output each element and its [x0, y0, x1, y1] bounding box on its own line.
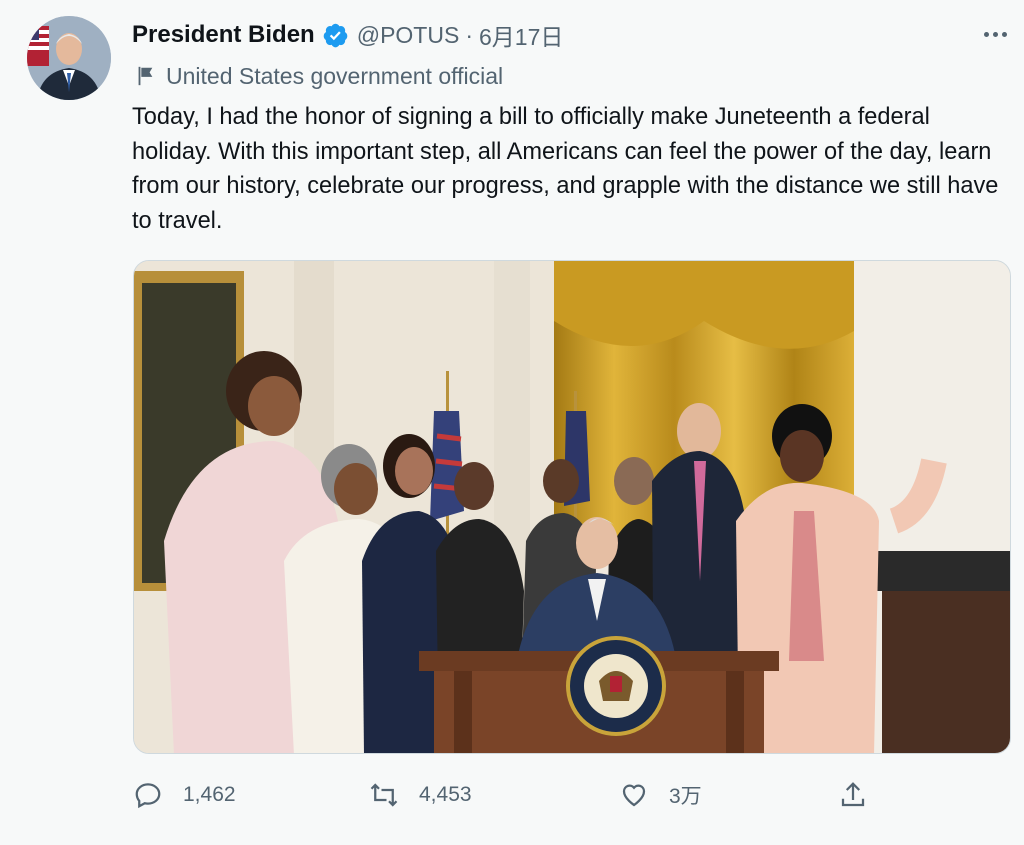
reply-icon	[135, 783, 161, 809]
retweet-count: 4,453	[419, 783, 472, 806]
tweet-photo[interactable]	[133, 260, 1011, 754]
retweet-button[interactable]: 4,453	[369, 772, 472, 818]
retweet-icon	[370, 783, 398, 807]
author-name[interactable]: President Biden	[132, 21, 315, 49]
flag-icon	[138, 66, 153, 86]
avatar-image	[27, 16, 111, 100]
reply-button[interactable]: 1,462	[133, 772, 236, 818]
tweet-text: Today, I had the honor of signing a bill…	[132, 104, 999, 234]
reply-count: 1,462	[183, 783, 236, 806]
photo-bill-signing	[134, 261, 1010, 753]
verified-badge-icon	[323, 23, 348, 47]
share-button[interactable]	[838, 772, 868, 818]
tweet-header: President Biden @POTUS · 6月17日	[132, 18, 563, 52]
author-handle[interactable]: @POTUS	[357, 22, 460, 49]
more-dot-icon	[992, 31, 998, 37]
like-button[interactable]: 3万	[619, 772, 702, 818]
more-dot-icon	[983, 31, 989, 37]
tweet-date[interactable]: 6月17日	[479, 18, 563, 52]
share-icon	[841, 782, 865, 807]
author-avatar[interactable]	[27, 16, 111, 100]
label-text: United States government official	[166, 62, 504, 89]
separator-dot: ·	[465, 21, 473, 48]
tweet-actions: 1,462 4,453 3万	[0, 772, 1024, 818]
more-dot-icon	[1001, 31, 1007, 37]
more-options-button[interactable]	[978, 22, 1012, 46]
like-count: 3万	[669, 785, 702, 808]
government-label[interactable]: United States government official	[134, 60, 503, 92]
heart-icon	[622, 784, 646, 807]
tweet-card: President Biden @POTUS · 6月17日 United St…	[0, 0, 1024, 845]
